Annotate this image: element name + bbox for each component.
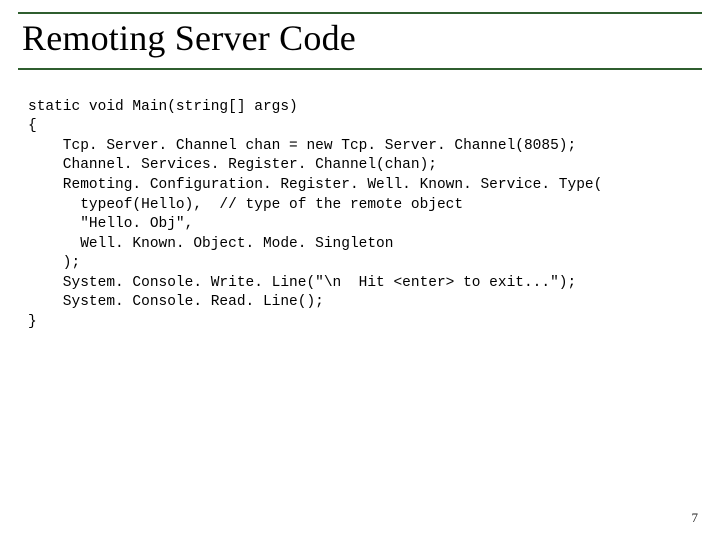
page-number: 7 [692,510,699,526]
code-block: static void Main(string[] args) { Tcp. S… [28,98,702,333]
slide: Remoting Server Code static void Main(st… [0,0,720,540]
title-container: Remoting Server Code [18,12,702,70]
slide-title: Remoting Server Code [22,20,702,58]
